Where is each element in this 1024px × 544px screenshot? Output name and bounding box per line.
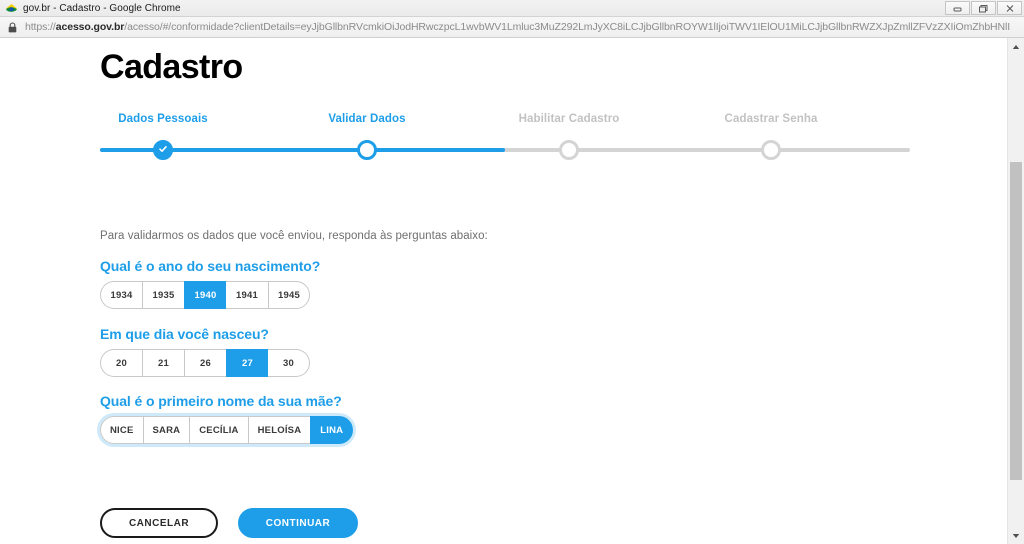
option-group-mother-name: NICE SARA CECÍLIA HELOÍSA LINA [100,416,354,444]
url-domain: acesso.gov.br [55,21,125,33]
question-block-birth-day: Em que dia você nasceu? 20 21 26 27 30 [100,326,310,377]
check-icon [158,141,168,159]
window-title: gov.br - Cadastro - Google Chrome [23,2,181,14]
option-birth-year-1940[interactable]: 1940 [184,281,226,309]
page-viewport: Cadastro Dados Pessoais Validar Dados Ha… [0,38,1024,544]
option-birth-year-1934[interactable]: 1934 [100,281,142,309]
intro-text: Para validarmos os dados que você enviou… [100,230,488,242]
option-mother-name-lina[interactable]: LINA [310,416,354,444]
govbr-favicon [5,2,18,15]
browser-toolbar: https://acesso.gov.br/acesso/#/conformid… [0,17,1024,38]
browser-window: gov.br - Cadastro - Google Chrome https:… [0,0,1024,544]
restore-icon[interactable] [971,1,996,15]
option-birth-day-27[interactable]: 27 [226,349,268,377]
form-actions: CANCELAR CONTINUAR [100,508,358,538]
question-title: Qual é o ano do seu nascimento? [100,258,321,274]
option-mother-name-nice[interactable]: NICE [100,416,143,444]
continue-button[interactable]: CONTINUAR [238,508,358,538]
option-mother-name-cecilia[interactable]: CECÍLIA [189,416,248,444]
stepper-dot-current[interactable] [357,140,377,160]
url-scheme: https:// [25,21,56,33]
stepper-step-label: Cadastrar Senha [724,113,818,125]
option-birth-day-20[interactable]: 20 [100,349,142,377]
stepper-step-label: Dados Pessoais [118,113,208,125]
stepper-step-dados-pessoais[interactable]: Dados Pessoais [63,112,263,126]
page-content: Cadastro Dados Pessoais Validar Dados Ha… [0,38,1007,544]
stepper-dot-done[interactable] [153,140,173,160]
question-title: Qual é o primeiro nome da sua mãe? [100,393,342,409]
question-block-mother-name: Qual é o primeiro nome da sua mãe? NICE … [100,393,354,444]
option-birth-year-1935[interactable]: 1935 [142,281,184,309]
address-bar-url[interactable]: https://acesso.gov.br/acesso/#/conformid… [25,21,1010,33]
scroll-down-arrow-icon[interactable] [1008,527,1024,544]
option-group-birth-day: 20 21 26 27 30 [100,349,310,377]
stepper-step-habilitar-cadastro[interactable]: Habilitar Cadastro [469,112,669,126]
stepper-dot-todo-senha[interactable] [761,140,781,160]
stepper-step-label: Habilitar Cadastro [518,113,620,125]
browser-title-bar: gov.br - Cadastro - Google Chrome [0,0,1024,17]
page-scrollbar[interactable] [1007,38,1024,544]
stepper-step-label: Validar Dados [328,113,406,125]
option-mother-name-sara[interactable]: SARA [142,416,190,444]
option-group-birth-year: 1934 1935 1940 1941 1945 [100,281,310,309]
close-icon[interactable] [997,1,1022,15]
option-birth-day-30[interactable]: 30 [268,349,310,377]
question-title: Em que dia você nasceu? [100,326,269,342]
stepper-step-validar-dados[interactable]: Validar Dados [267,112,467,126]
option-birth-year-1941[interactable]: 1941 [226,281,268,309]
stepper-step-cadastrar-senha[interactable]: Cadastrar Senha [671,112,871,126]
page-title: Cadastro [100,47,243,86]
url-path: /acesso/#/conformidade?clientDetails=eyJ… [124,21,1010,33]
option-mother-name-heloisa[interactable]: HELOÍSA [247,416,311,444]
question-block-birth-year: Qual é o ano do seu nascimento? 1934 193… [100,258,320,309]
lock-icon[interactable] [8,21,17,33]
cancel-button[interactable]: CANCELAR [100,508,218,538]
scroll-up-arrow-icon[interactable] [1008,38,1024,55]
stepper-dot-todo-habilitar[interactable] [559,140,579,160]
minimize-icon[interactable] [945,1,970,15]
option-birth-day-26[interactable]: 26 [184,349,226,377]
stepper-track [100,148,910,152]
window-controls [944,1,1022,15]
scrollbar-thumb[interactable] [1010,162,1022,480]
option-birth-year-1945[interactable]: 1945 [268,281,310,309]
registration-stepper: Dados Pessoais Validar Dados Habilitar C… [100,112,910,172]
option-birth-day-21[interactable]: 21 [142,349,184,377]
